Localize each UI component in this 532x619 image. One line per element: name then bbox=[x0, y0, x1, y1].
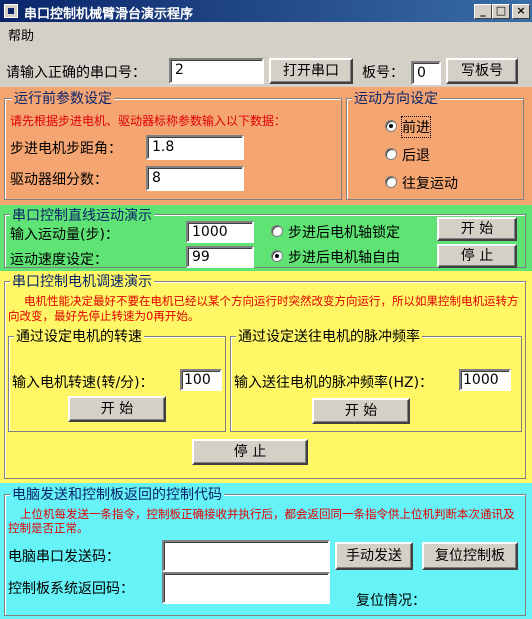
backward-label[interactable]: 后退 bbox=[402, 145, 430, 165]
codes-note: 上位机每发送一条指令，控制板正确接收并执行后，都会返回同一条指令供上位机判断本次… bbox=[8, 507, 515, 535]
board-input[interactable]: 0 bbox=[411, 61, 441, 85]
linear-title: 串口控制直线运动演示 bbox=[10, 205, 154, 225]
title-bar: 串口控制机械臂滑台演示程序 _ □ × bbox=[0, 0, 532, 22]
speed-title: 串口控制电机调速演示 bbox=[10, 271, 154, 291]
send-code-input[interactable] bbox=[162, 540, 330, 572]
speed-set-label: 运动速度设定： bbox=[10, 252, 108, 268]
rpm-label: 输入电机转速(转/分)： bbox=[12, 375, 154, 391]
lock-radio[interactable] bbox=[271, 225, 283, 237]
rpm-input[interactable]: 100 bbox=[180, 369, 222, 391]
step-angle-input[interactable]: 1.8 bbox=[146, 135, 244, 160]
speed-stop-button[interactable]: 停 止 bbox=[192, 439, 308, 465]
return-code-input[interactable] bbox=[162, 572, 330, 604]
return-code-label: 控制板系统返回码： bbox=[8, 581, 134, 597]
board-label: 板号： bbox=[362, 65, 404, 81]
rpm-title: 通过设定电机的转速 bbox=[14, 326, 144, 346]
menu-help[interactable]: 帮助 bbox=[8, 25, 34, 44]
amount-input[interactable]: 1000 bbox=[186, 221, 254, 243]
reset-status-label: 复位情况： bbox=[356, 593, 426, 609]
menu-bar: 帮助 bbox=[0, 22, 532, 44]
backward-radio[interactable] bbox=[385, 148, 397, 160]
freq-title: 通过设定送往电机的脉冲频率 bbox=[236, 326, 422, 346]
freq-start-button[interactable]: 开 始 bbox=[312, 398, 410, 424]
free-label[interactable]: 步进后电机轴自由 bbox=[288, 247, 400, 267]
minimize-button[interactable]: _ bbox=[474, 4, 492, 19]
open-port-button[interactable]: 打开串口 bbox=[269, 58, 353, 84]
freq-input[interactable]: 1000 bbox=[459, 369, 511, 391]
reset-board-button[interactable]: 复位控制板 bbox=[422, 542, 518, 570]
direction-title: 运动方向设定 bbox=[352, 88, 440, 108]
lock-label[interactable]: 步进后电机轴锁定 bbox=[288, 222, 400, 242]
codes-title: 电脑发送和控制板返回的控制代码 bbox=[10, 484, 224, 504]
rpm-start-button[interactable]: 开 始 bbox=[68, 396, 166, 422]
free-radio[interactable] bbox=[271, 250, 283, 262]
send-code-label: 电脑串口发送码： bbox=[8, 549, 120, 565]
close-button[interactable]: × bbox=[512, 4, 530, 19]
manual-send-button[interactable]: 手动发送 bbox=[335, 542, 413, 570]
port-input[interactable]: 2 bbox=[169, 58, 264, 84]
params-title: 运行前参数设定 bbox=[12, 88, 114, 108]
amount-label: 输入运动量(步)： bbox=[10, 227, 119, 243]
step-angle-label: 步进电机步距角： bbox=[10, 141, 122, 157]
reciprocate-radio[interactable] bbox=[385, 176, 397, 188]
write-board-button[interactable]: 写板号 bbox=[446, 58, 518, 84]
microstep-input[interactable]: 8 bbox=[146, 166, 244, 191]
window-title: 串口控制机械臂滑台演示程序 bbox=[24, 7, 194, 22]
reciprocate-label[interactable]: 往复运动 bbox=[402, 173, 458, 193]
speed-set-input[interactable]: 99 bbox=[186, 246, 254, 268]
microstep-label: 驱动器细分数： bbox=[10, 172, 108, 188]
freq-label: 输入送往电机的脉冲频率(HZ)： bbox=[234, 375, 434, 391]
forward-label[interactable]: 前进 bbox=[401, 116, 431, 138]
app-icon bbox=[4, 4, 18, 18]
maximize-button[interactable]: □ bbox=[492, 4, 510, 19]
forward-radio[interactable] bbox=[385, 120, 397, 132]
linear-stop-button[interactable]: 停 止 bbox=[437, 244, 517, 268]
params-hint: 请先根据步进电机、驱动器标称参数输入以下数据： bbox=[10, 114, 287, 128]
port-label: 请输入正确的串口号： bbox=[6, 65, 146, 81]
speed-warning: 电机性能决定最好不要在电机已经以某个方向运行时突然改变方向运行，所以如果控制电机… bbox=[8, 294, 519, 323]
linear-start-button[interactable]: 开 始 bbox=[437, 217, 517, 241]
